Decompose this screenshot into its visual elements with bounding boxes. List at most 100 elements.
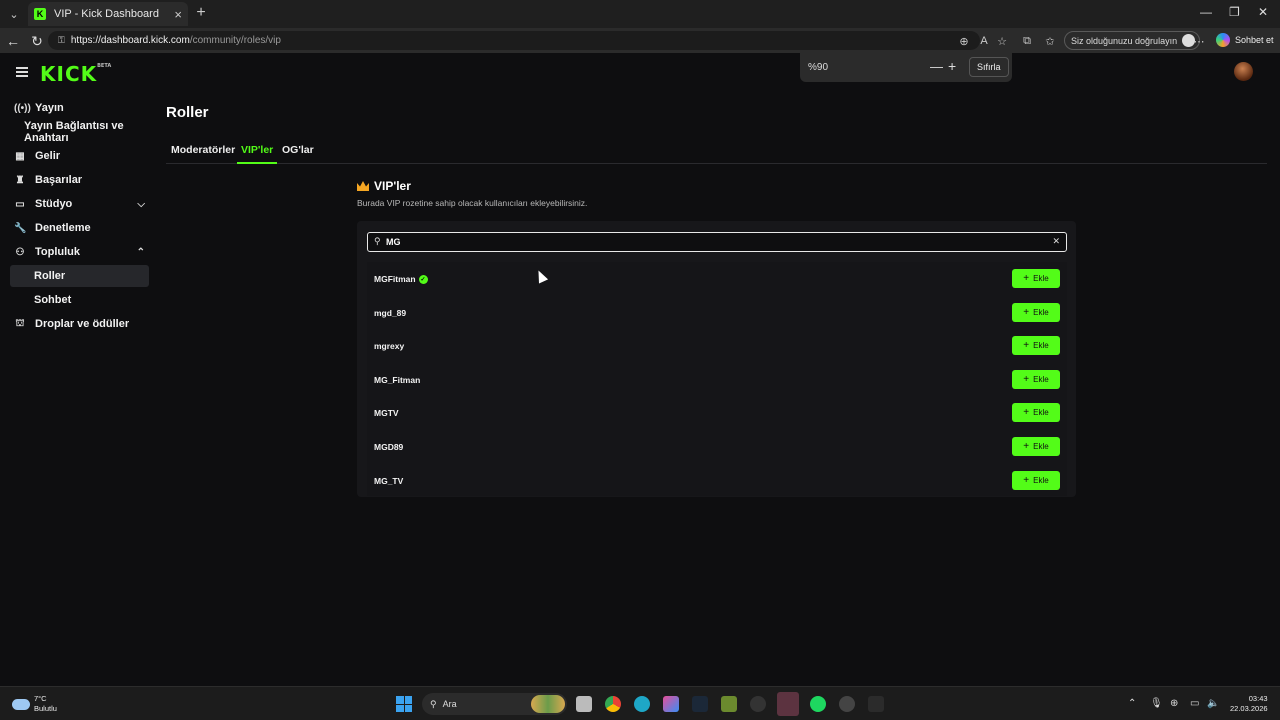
menu-icon[interactable] — [16, 67, 28, 79]
kick-logo[interactable]: KICKBETA — [40, 62, 111, 86]
app-icon[interactable] — [721, 696, 737, 712]
network-icon[interactable]: ⊕ — [1170, 698, 1178, 709]
copilot-app-icon[interactable] — [663, 696, 679, 712]
wrench-icon: 🔧 — [14, 222, 27, 234]
sidebar-item-stream-key[interactable]: Yayın Bağlantısı ve Anahtarı — [10, 120, 158, 144]
kick-favicon-icon: K — [34, 8, 46, 20]
tab-title: VIP - Kick Dashboard — [54, 8, 159, 20]
display-icon[interactable]: ▭ — [1190, 698, 1199, 709]
taskbar: 7°C Bulutlu ⚲ Ara ⌃ 🎙 ⊕ ▭ 🔈 03:43 22.03.2… — [0, 686, 1280, 720]
zoom-reset-button[interactable]: Sıfırla — [969, 57, 1009, 77]
weather-widget[interactable]: 7°C Bulutlu — [12, 694, 57, 714]
plus-icon: + — [1023, 306, 1030, 318]
copilot-chat-button[interactable]: Sohbet et — [1216, 33, 1274, 47]
list-item: MGTV + Ekle — [367, 396, 1067, 430]
username-text: MG_Fitman — [374, 374, 421, 385]
app-icon[interactable] — [839, 696, 855, 712]
sidebar-item-sohbet[interactable]: Sohbet — [10, 289, 149, 311]
new-tab-button[interactable]: + — [192, 4, 210, 22]
zoom-icon[interactable]: ⊕ — [956, 33, 972, 49]
clear-icon[interactable]: ✕ — [1052, 236, 1060, 247]
add-label: Ekle — [1033, 408, 1049, 418]
clock[interactable]: 03:43 22.03.2026 — [1230, 694, 1268, 714]
search-input[interactable] — [386, 235, 1026, 249]
sidebar-item-label: Denetleme — [35, 222, 91, 234]
section-title: VIP'ler — [357, 179, 411, 193]
edge-icon[interactable] — [634, 696, 650, 712]
sidebar-item-label: Gelir — [35, 150, 61, 162]
site-info-icon[interactable]: ⚿ — [58, 35, 65, 46]
favorite-star-icon[interactable]: ☆ — [994, 33, 1010, 49]
favorites-icon[interactable]: ✩ — [1042, 33, 1058, 49]
restore-icon[interactable]: ❐ — [1229, 5, 1240, 19]
section-description: Burada VIP rozetine sahip olacak kullanı… — [357, 198, 588, 208]
tab-list-dropdown-icon[interactable]: ⌄ — [4, 4, 24, 24]
username: MGD89 — [374, 442, 403, 452]
browser-tab[interactable]: K VIP - Kick Dashboard × — [28, 2, 188, 26]
sidebar-item-label: Droplar ve ödüller — [35, 318, 130, 330]
verified-badge-icon: ✓ — [418, 274, 428, 284]
windows-start-icon[interactable] — [396, 696, 412, 712]
url-field[interactable]: ⚿ https://dashboard.kick.com/community/r… — [48, 31, 980, 50]
trophy-icon: ♜ — [15, 174, 25, 186]
add-vip-button[interactable]: + Ekle — [1012, 269, 1060, 288]
volume-icon[interactable]: 🔈 — [1207, 698, 1219, 709]
user-avatar[interactable] — [1234, 62, 1253, 81]
add-vip-button[interactable]: + Ekle — [1012, 336, 1060, 356]
sidebar-item-gelir[interactable]: ▦ Gelir — [10, 145, 149, 167]
app-icon[interactable] — [868, 696, 884, 712]
zoom-out-icon[interactable]: — — [930, 59, 943, 74]
extensions-icon[interactable]: ⧉ — [1019, 33, 1035, 49]
tray-chevron-icon[interactable]: ⌃ — [1128, 698, 1136, 709]
add-vip-button[interactable]: + Ekle — [1012, 437, 1060, 456]
read-aloud-icon[interactable]: A — [976, 33, 992, 49]
more-options-icon[interactable]: ⋯ — [1191, 33, 1207, 49]
task-view-icon[interactable] — [576, 696, 592, 712]
section-title-text: VIP'ler — [374, 179, 411, 193]
sidebar-item-droplar[interactable]: ⛫ Droplar ve ödüller — [10, 313, 149, 335]
sidebar-item-roller[interactable]: Roller — [10, 265, 149, 287]
search-box[interactable]: ⚲ ✕ — [367, 232, 1067, 252]
window-close-icon[interactable]: ✕ — [1258, 5, 1268, 19]
app-icon[interactable] — [750, 696, 766, 712]
tab-ogs[interactable]: OG'lar — [282, 144, 314, 156]
add-vip-button[interactable]: + Ekle — [1012, 403, 1060, 423]
tab-close-icon[interactable]: × — [174, 7, 182, 22]
username-text: MGFitman — [374, 274, 416, 284]
add-label: Ekle — [1033, 374, 1049, 384]
taskbar-search-label: Ara — [442, 699, 457, 709]
steam-icon[interactable] — [692, 696, 708, 712]
plus-icon: + — [1023, 373, 1030, 385]
spotify-icon[interactable] — [810, 696, 826, 712]
sidebar-item-label: Roller — [34, 270, 66, 282]
sidebar-item-denetleme[interactable]: 🔧 Denetleme — [10, 217, 149, 239]
cloud-icon — [12, 698, 30, 710]
reload-icon[interactable]: ↻ — [28, 32, 46, 50]
search-results: MGFitman ✓ + Ekle mgd_89 + Ekle mgrexy + Ekle MG_F… — [367, 262, 1067, 496]
chrome-icon[interactable] — [605, 696, 621, 712]
sidebar-item-topluluk[interactable]: ⚇ Topluluk ⌃ — [10, 241, 149, 263]
minimize-icon[interactable]: — — [1200, 5, 1212, 19]
roles-tabs: Moderatörler VIP'ler OG'lar — [166, 141, 1267, 164]
username-text: MGTV — [374, 408, 399, 419]
weather-desc: Bulutlu — [34, 704, 57, 713]
microphone-icon[interactable]: 🎙 — [1150, 698, 1163, 709]
sidebar-item-yayin[interactable]: ((•)) Yayın — [10, 97, 149, 119]
copilot-icon — [1216, 33, 1230, 47]
add-vip-button[interactable]: + Ekle — [1012, 369, 1060, 389]
add-vip-button[interactable]: + Ekle — [1012, 302, 1060, 322]
tab-moderators[interactable]: Moderatörler — [171, 144, 235, 156]
verify-identity-button[interactable]: Siz olduğunuzu doğrulayın — [1064, 31, 1201, 50]
active-app-icon[interactable] — [777, 692, 799, 716]
sidebar-item-studyo[interactable]: ▭ Stüdyo ⌵ — [10, 193, 149, 215]
username: mgd_89 — [374, 308, 406, 318]
sidebar-item-basarilar[interactable]: ♜ Başarılar — [10, 169, 149, 191]
username: MGTV — [374, 408, 399, 418]
back-icon[interactable]: ← — [4, 32, 22, 50]
revenue-icon: ▦ — [15, 150, 25, 162]
taskbar-search[interactable]: ⚲ Ara — [422, 693, 567, 715]
add-vip-button[interactable]: + Ekle — [1012, 470, 1060, 490]
tab-vips[interactable]: VIP'ler — [241, 144, 273, 156]
zoom-in-icon[interactable]: + — [948, 58, 956, 74]
copilot-label: Sohbet et — [1235, 35, 1274, 45]
